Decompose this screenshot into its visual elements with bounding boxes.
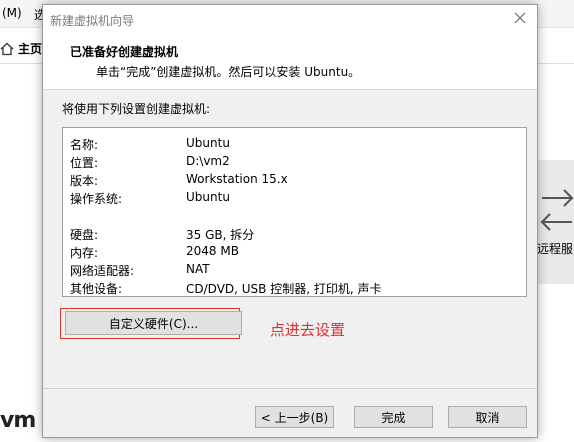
summary-label: 其他设备:	[70, 282, 123, 296]
summary-value: 35 GB, 拆分	[186, 228, 255, 242]
wizard-step-subtitle: 单击“完成”创建虚拟机。然后可以安装 Ubuntu。	[96, 65, 361, 79]
remote-server-label: 远程服	[537, 242, 574, 256]
summary-label: 位置:	[70, 156, 99, 170]
tab-home[interactable]: 主页	[0, 40, 42, 57]
vmware-logo: vm	[0, 408, 36, 433]
summary-value: CD/DVD, USB 控制器, 打印机, 声卡	[186, 282, 382, 296]
footer-divider	[43, 388, 537, 389]
dialog-title: 新建虚拟机向导	[50, 14, 135, 28]
wizard-header: 已准备好创建虚拟机 单击“完成”创建虚拟机。然后可以安装 Ubuntu。	[43, 33, 537, 90]
settings-summary-box: 名称: Ubuntu 位置: D:\vm2 版本: Workstation 15…	[62, 127, 527, 297]
summary-label: 名称:	[70, 138, 99, 152]
wizard-step-title: 已准备好创建虚拟机	[70, 45, 179, 59]
customize-hardware-button[interactable]: 自定义硬件(C)...	[65, 311, 242, 335]
dialog-titlebar: 新建虚拟机向导	[43, 5, 537, 33]
cancel-button[interactable]: 取消	[448, 406, 527, 428]
home-icon	[0, 42, 14, 55]
back-button[interactable]: < 上一步(B)	[255, 406, 334, 428]
menu-item-m[interactable]: (M)	[2, 6, 22, 20]
summary-value: Ubuntu	[186, 136, 230, 150]
new-vm-wizard-dialog: 新建虚拟机向导 已准备好创建虚拟机 单击“完成”创建虚拟机。然后可以安装 Ubu…	[42, 4, 538, 438]
summary-value: D:\vm2	[186, 154, 230, 168]
summary-label: 操作系统:	[70, 192, 123, 206]
summary-value: Ubuntu	[186, 190, 230, 204]
summary-value: Workstation 15.x	[186, 172, 288, 186]
summary-value: NAT	[186, 262, 210, 276]
annotation-text: 点进去设置	[270, 321, 346, 339]
summary-value: 2048 MB	[186, 244, 239, 258]
close-icon[interactable]	[511, 9, 529, 27]
summary-label: 版本:	[70, 174, 99, 188]
finish-button[interactable]: 完成	[354, 406, 433, 428]
summary-intro: 将使用下列设置创建虚拟机:	[62, 102, 211, 116]
summary-label: 网络适配器:	[70, 264, 135, 278]
tab-home-label: 主页	[18, 42, 43, 56]
summary-label: 内存:	[70, 246, 99, 260]
summary-label: 硬盘:	[70, 228, 99, 242]
